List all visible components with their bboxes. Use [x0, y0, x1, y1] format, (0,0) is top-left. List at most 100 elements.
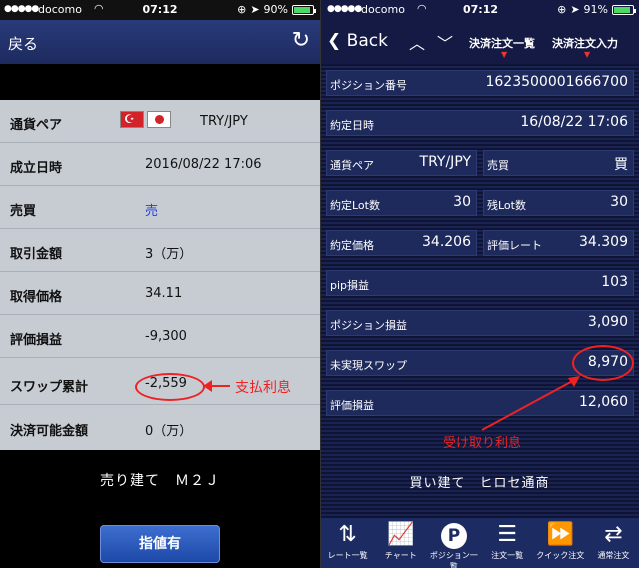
- back-button[interactable]: 戻る: [8, 33, 38, 54]
- field-value: TRY/JPY: [419, 154, 471, 170]
- navigation-bar: 戻る ↻: [0, 20, 320, 64]
- back-button[interactable]: ❮ Back: [327, 31, 388, 51]
- tab-label: レート一覧: [327, 551, 368, 560]
- chevron-up-icon[interactable]: ︿: [409, 30, 425, 54]
- tab-label: 通常注文: [597, 551, 630, 560]
- tab-rate-list[interactable]: ⇅ レート一覧: [321, 518, 374, 568]
- field-label: 残Lot数: [487, 199, 526, 212]
- tab-position-list[interactable]: P ポジション一覧: [427, 518, 480, 568]
- field-position-pl: ポジション損益 3,090: [326, 310, 634, 336]
- annotation-label: 受け取り利息: [443, 436, 522, 451]
- row-value: 34.11: [145, 286, 183, 301]
- tab-settlement-order-list[interactable]: 決済注文一覧: [469, 35, 535, 51]
- limit-order-button[interactable]: 指値有: [100, 525, 220, 563]
- row-label: 評価損益: [10, 333, 63, 348]
- field-value: 30: [453, 194, 471, 210]
- japan-flag-icon: [147, 111, 171, 128]
- field-value: 16/08/22 17:06: [520, 114, 628, 130]
- row-label: 売買: [10, 204, 37, 219]
- tab-chart[interactable]: 📈 チャート: [374, 518, 427, 568]
- field-contract-date: 約定日時 16/08/22 17:06: [326, 110, 634, 136]
- battery-icon: [612, 4, 636, 15]
- row-value: -9,300: [145, 329, 187, 344]
- tab-quick-order[interactable]: ⏩ クイック注文: [534, 518, 587, 568]
- location-icon: ➤: [570, 3, 580, 16]
- tab-label: チャート: [384, 551, 417, 560]
- position-summary: 買い建て ヒロセ通商: [409, 476, 550, 491]
- table-row: 決済可能金額 0（万）: [0, 406, 320, 449]
- chart-icon: 📈: [387, 522, 415, 547]
- tab-settlement-order-entry[interactable]: 決済注文入力: [552, 35, 618, 51]
- lock-rotation-icon: ⊕: [557, 3, 567, 16]
- chevron-left-icon: ❮: [327, 31, 342, 51]
- annotation-arrow: [481, 376, 580, 431]
- tab-label: クイック注文: [536, 551, 585, 560]
- navigation-bar: ❮ Back ︿ ﹀ 決済注文一覧 ▼ 決済注文入力 ▼: [321, 20, 639, 64]
- row-label: 通貨ペア: [10, 118, 63, 133]
- field-value: 34.309: [579, 234, 628, 250]
- status-bar: ●●●●● docomo ◠ 07:12 ⊕ ➤ 90%: [0, 0, 320, 20]
- field-label: ポジション損益: [330, 319, 407, 332]
- swap-highlight-circle: [135, 373, 205, 401]
- field-value: 1623500001666700: [485, 74, 628, 90]
- field-remaining-lots: 残Lot数 30: [483, 190, 634, 216]
- lock-rotation-icon: ⊕: [237, 3, 247, 16]
- table-row: 売買 売: [0, 186, 320, 229]
- table-row: 評価損益 -9,300: [0, 315, 320, 358]
- location-icon: ➤: [250, 3, 260, 16]
- field-side: 売買 買: [483, 150, 634, 176]
- spacer: [0, 64, 320, 100]
- row-value: 0（万）: [145, 424, 193, 439]
- row-label: 決済可能金額: [10, 424, 89, 439]
- field-value: 買: [614, 157, 628, 173]
- field-label: 売買: [487, 159, 509, 172]
- field-label: 通貨ペア: [330, 159, 374, 172]
- row-value: TRY/JPY: [200, 114, 248, 129]
- field-label: 約定Lot数: [330, 199, 380, 212]
- status-bar: ●●●●● docomo ◠ 07:12 ⊕ ➤ 91%: [321, 0, 639, 20]
- field-position-number: ポジション番号 1623500001666700: [326, 70, 634, 96]
- dropdown-triangle-icon: ▼: [584, 50, 591, 59]
- field-contract-price: 約定価格 34.206: [326, 230, 477, 256]
- table-row: 取引金額 3（万）: [0, 229, 320, 272]
- position-summary: 売り建て Ｍ２Ｊ: [100, 473, 220, 489]
- field-label: 未実現スワップ: [330, 359, 407, 372]
- back-label: Back: [346, 31, 388, 51]
- row-value: 売: [145, 204, 159, 219]
- row-value: 2016/08/22 17:06: [145, 157, 262, 172]
- order-list-icon: ☰: [497, 522, 517, 547]
- row-label: 成立日時: [10, 161, 63, 176]
- tab-label: 注文一覧: [491, 551, 524, 560]
- tab-order-list[interactable]: ☰ 注文一覧: [481, 518, 534, 568]
- left-phone-screen: ●●●●● docomo ◠ 07:12 ⊕ ➤ 90% 戻る ↻ 通貨ペア ☪…: [0, 0, 320, 568]
- refresh-icon[interactable]: ↻: [292, 28, 310, 53]
- field-label: 約定価格: [330, 239, 374, 252]
- table-row: 通貨ペア ☪ TRY/JPY: [0, 100, 320, 143]
- normal-order-icon: ⇄: [604, 522, 623, 547]
- tab-normal-order[interactable]: ⇄ 通常注文: [587, 518, 639, 568]
- chevron-down-icon[interactable]: ﹀: [437, 30, 453, 54]
- quick-order-icon: ⏩: [546, 522, 574, 547]
- battery-icon: [292, 4, 316, 15]
- field-value: 30: [610, 194, 628, 210]
- field-label: ポジション番号: [330, 79, 407, 92]
- field-pip-pl: pip損益 103: [326, 270, 634, 296]
- position-list-icon: P: [427, 518, 480, 550]
- annotation-arrow: [203, 380, 230, 392]
- annotation-label: 支払利息: [235, 380, 291, 396]
- dropdown-triangle-icon: ▼: [501, 50, 508, 59]
- field-label: pip損益: [330, 279, 370, 292]
- table-row: 取得価格 34.11: [0, 272, 320, 315]
- row-label: 取引金額: [10, 247, 63, 262]
- row-label: 取得価格: [10, 290, 63, 305]
- battery-percent: 91%: [583, 3, 608, 16]
- row-label: スワップ累計: [10, 380, 89, 395]
- battery-percent: 90%: [263, 3, 288, 16]
- turkey-flag-icon: ☪: [120, 111, 144, 128]
- field-label: 評価レート: [487, 239, 542, 252]
- tab-label: ポジション一覧: [429, 551, 478, 568]
- bottom-tab-bar: ⇅ レート一覧 📈 チャート P ポジション一覧 ☰ 注文一覧 ⏩ クイック注文…: [321, 518, 639, 568]
- field-currency-pair: 通貨ペア TRY/JPY: [326, 150, 477, 176]
- field-value: 103: [601, 274, 628, 290]
- row-value: 3（万）: [145, 247, 193, 262]
